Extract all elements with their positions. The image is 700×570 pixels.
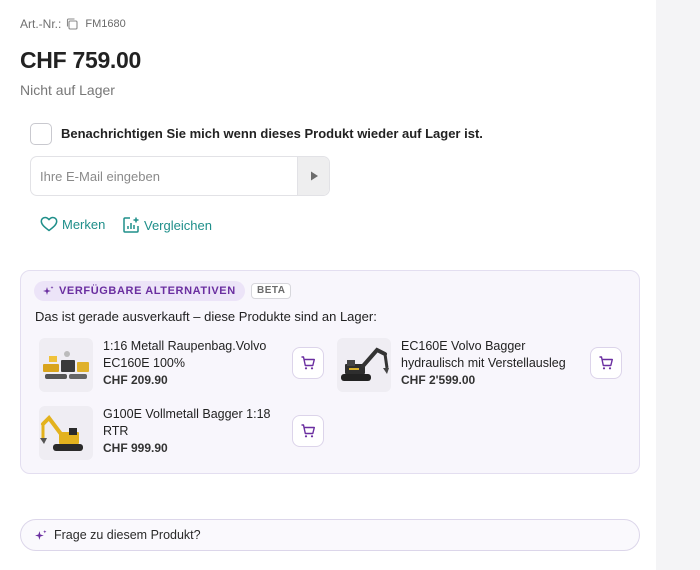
alternative-product[interactable]: 1:16 Metall Raupenbag.Volvo EC160E 100% … — [39, 338, 325, 394]
heart-icon — [40, 216, 58, 232]
compare-label: Vergleichen — [144, 217, 212, 233]
ask-question-label: Frage zu diesem Produkt? — [54, 528, 201, 542]
notify-checkbox[interactable] — [30, 123, 52, 145]
play-arrow-icon — [310, 171, 318, 181]
ask-question-button[interactable]: Frage zu diesem Produkt? — [20, 519, 640, 551]
alternative-product[interactable]: EC160E Volvo Bagger hydraulisch mit Vers… — [337, 338, 623, 394]
copy-icon[interactable] — [65, 17, 79, 31]
sparkle-icon — [43, 286, 54, 295]
product-price: CHF 759.00 — [20, 47, 142, 73]
alternative-product-price: CHF 209.90 — [103, 373, 168, 387]
alternative-product-price: CHF 2'599.00 — [401, 373, 476, 387]
alternatives-panel: VERFÜGBARE ALTERNATIVEN BETA Das ist ger… — [20, 270, 640, 474]
wishlist-label: Merken — [62, 216, 106, 232]
notify-email-form — [30, 156, 330, 196]
shopping-cart-icon — [301, 356, 315, 370]
email-submit-button[interactable] — [297, 157, 329, 195]
compare-button[interactable]: Vergleichen — [122, 216, 212, 234]
alternatives-chip: VERFÜGBARE ALTERNATIVEN — [34, 281, 245, 301]
stock-status: Nicht auf Lager — [20, 82, 115, 98]
alternatives-description: Das ist gerade ausverkauft – diese Produ… — [35, 309, 377, 324]
shopping-cart-icon — [301, 424, 315, 438]
article-number-value: FM1680 — [85, 18, 126, 30]
excavator-black-image[interactable] — [337, 338, 391, 392]
email-input[interactable] — [31, 157, 298, 195]
alternative-product-price: CHF 999.90 — [103, 441, 168, 455]
alternative-product-name[interactable]: 1:16 Metall Raupenbag.Volvo EC160E 100% — [103, 338, 281, 372]
alternatives-chip-label: VERFÜGBARE ALTERNATIVEN — [59, 285, 236, 297]
sparkle-icon — [35, 529, 47, 540]
excavator-yellow-image[interactable] — [39, 406, 93, 460]
article-number-label: Art.-Nr.: — [20, 17, 62, 31]
add-to-cart-button[interactable] — [590, 347, 622, 379]
alternative-product[interactable]: G100E Vollmetall Bagger 1:18 RTR CHF 999… — [39, 406, 325, 462]
add-to-cart-button[interactable] — [292, 415, 324, 447]
excavator-kit-image[interactable] — [39, 338, 93, 392]
notify-checkbox-label[interactable]: Benachrichtigen Sie mich wenn dieses Pro… — [61, 126, 483, 141]
shopping-cart-icon — [599, 356, 613, 370]
add-to-cart-button[interactable] — [292, 347, 324, 379]
compare-chart-icon — [123, 217, 139, 233]
product-buy-panel: Art.-Nr.: FM1680 CHF 759.00 Nicht auf La… — [0, 0, 656, 570]
page-gutter — [656, 0, 700, 570]
beta-badge: BETA — [251, 283, 292, 299]
article-number: Art.-Nr.: FM1680 — [20, 17, 126, 31]
wishlist-button[interactable]: Merken — [40, 216, 105, 232]
alternative-product-name[interactable]: EC160E Volvo Bagger hydraulisch mit Vers… — [401, 338, 579, 372]
alternative-product-name[interactable]: G100E Vollmetall Bagger 1:18 RTR — [103, 406, 281, 440]
